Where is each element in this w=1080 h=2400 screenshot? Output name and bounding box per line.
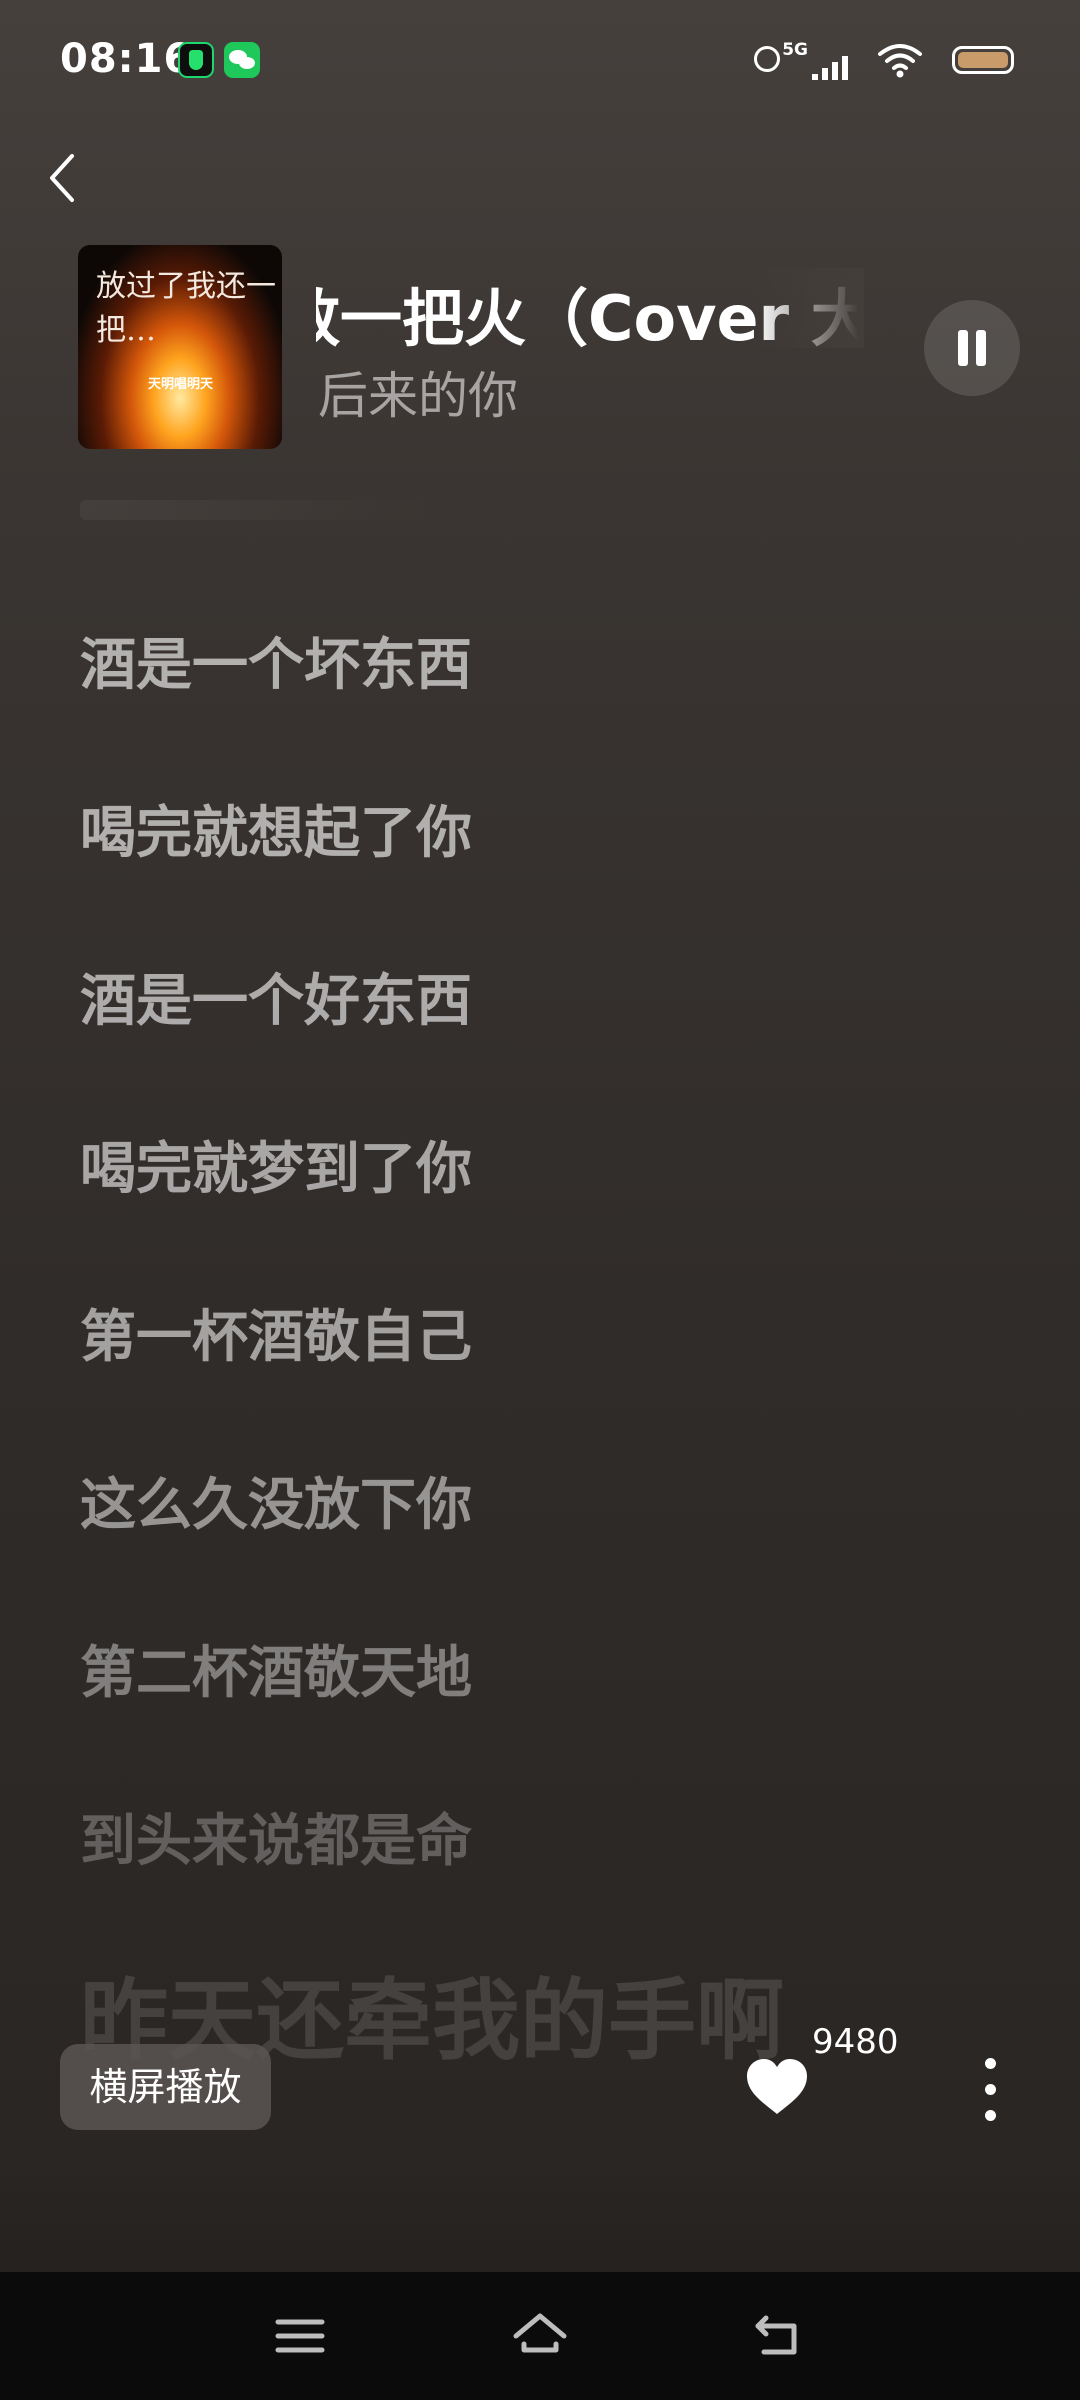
cover-subtext: 天明唱明天 (148, 377, 214, 392)
heart-icon[interactable] (744, 2056, 810, 2116)
song-title-container: 敬一把火（Cover 大霞） (316, 268, 864, 348)
song-title: 敬一把火（Cover 大霞） (316, 282, 864, 348)
lyric-line[interactable]: 喝完就梦到了你 (80, 1124, 472, 1205)
status-time: 08:16 (60, 36, 193, 82)
alarm-icon (754, 46, 780, 72)
status-icons: 5G (700, 40, 1020, 84)
artist-name[interactable]: 后来的你 (318, 356, 518, 428)
signal-icon (812, 44, 852, 80)
back-button[interactable] (40, 148, 90, 208)
pause-button[interactable] (924, 300, 1020, 396)
lyric-line[interactable]: 喝完就想起了你 (80, 788, 472, 869)
lyric-line[interactable]: 这么久没放下你 (80, 1460, 472, 1541)
album-cover[interactable]: 放过了我还一把… 天明唱明天 (78, 245, 282, 449)
battery-icon (952, 46, 1014, 74)
home-icon[interactable] (510, 2306, 570, 2366)
lyric-line[interactable]: 酒是一个好东西 (80, 956, 472, 1037)
wifi-icon (878, 44, 922, 78)
like-count: 9480 (812, 2022, 899, 2062)
back-icon[interactable] (750, 2306, 810, 2366)
status-bar: 08:16 5G (0, 0, 1080, 120)
menu-icon[interactable] (270, 2306, 330, 2366)
music-player-screen: 08:16 5G 放过了我还一把… 天明唱明天 敬一把火（Cover 大 后来的… (0, 0, 1080, 2400)
lyric-line[interactable]: 酒是一个坏东西 (80, 620, 472, 701)
lyric-line[interactable]: 第二杯酒敬天地 (80, 1628, 472, 1709)
network-label: 5G (782, 40, 808, 60)
lyric-line[interactable]: 第一杯酒敬自己 (80, 1292, 472, 1373)
cover-text: 放过了我还一把… (96, 269, 276, 348)
qq-music-icon (178, 42, 214, 78)
more-options-button[interactable] (970, 2052, 1010, 2128)
system-nav-bar (0, 2272, 1080, 2400)
wechat-icon (224, 42, 260, 78)
landscape-play-button[interactable]: 横屏播放 (60, 2044, 271, 2130)
lyric-line[interactable]: 到头来说都是命 (80, 1796, 472, 1877)
faded-lyric-line (80, 500, 440, 520)
